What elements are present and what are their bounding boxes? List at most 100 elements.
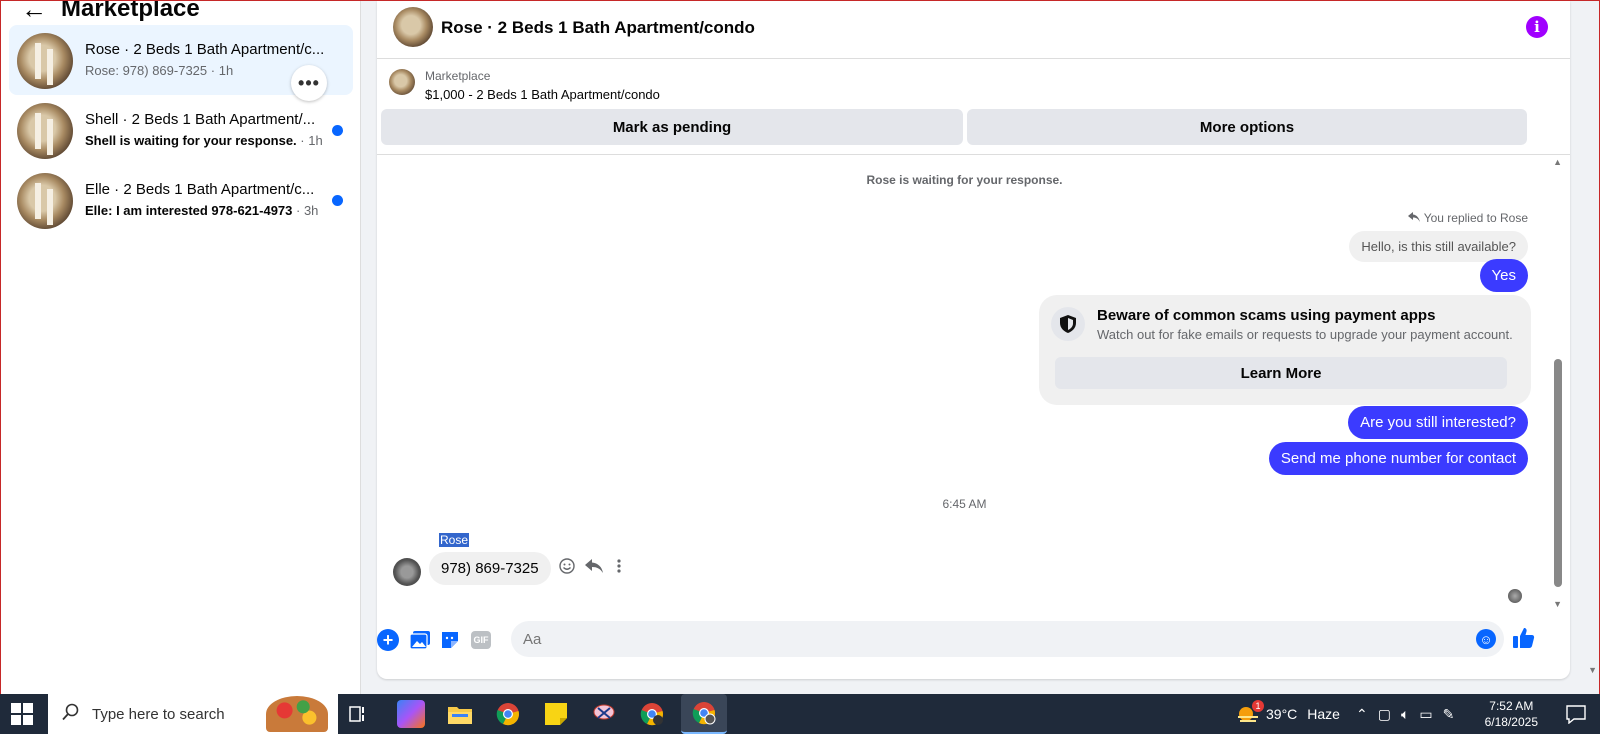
react-icon[interactable] [559,558,575,579]
taskbar-clock[interactable]: 7:52 AM 6/18/2025 [1485,698,1538,730]
reply-icon[interactable] [585,558,603,579]
weather-badge: 1 [1252,700,1264,712]
emoji-icon[interactable]: ☺ [1476,629,1496,649]
pen-icon[interactable]: ✎ [1443,706,1455,723]
conversation-item-rose[interactable]: Rose · 2 Beds 1 Bath Apartment/c... Rose… [9,25,353,101]
preview-time: · 3h [296,203,319,218]
unread-dot-icon [332,195,343,206]
copilot-icon[interactable] [397,700,425,728]
conversation-item-shell[interactable]: Shell · 2 Beds 1 Bath Apartment/... Shel… [9,95,353,165]
weather-widget[interactable]: 1 39°C Haze [1236,694,1340,734]
conversation-item-elle[interactable]: Elle · 2 Beds 1 Bath Apartment/c... Elle… [9,165,353,235]
search-icon [62,703,80,725]
replied-text: You replied to Rose [1423,211,1528,225]
clock-time: 7:52 AM [1489,699,1534,713]
listing-banner: Marketplace $1,000 - 2 Beds 1 Bath Apart… [377,59,1570,155]
outgoing-message[interactable]: Send me phone number for contact [1268,442,1528,475]
gif-icon[interactable]: GIF [471,631,491,649]
snipping-tool-icon[interactable] [590,700,618,728]
chrome-icon[interactable] [494,700,522,728]
replied-label: You replied to Rose [1407,211,1528,225]
like-thumb-icon[interactable] [1513,627,1535,649]
back-arrow-icon[interactable]: ← [21,1,47,22]
message-scrollbar[interactable] [1554,359,1562,587]
conversation-preview: Shell is waiting for your response. · 1h [85,133,323,148]
file-explorer-icon[interactable] [446,700,474,728]
search-placeholder: Type here to search [92,705,225,723]
shield-icon [1051,307,1085,341]
search-highlight-image [266,696,328,732]
sidebar-title: Marketplace [61,0,200,22]
conversation-sidebar: ← Marketplace Rose · 2 Beds 1 Bath Apart… [1,1,361,694]
learn-more-button[interactable]: Learn More [1055,357,1507,389]
chat-panel: Rose · 2 Beds 1 Bath Apartment/condo i M… [377,1,1570,679]
listing-source: Marketplace [425,69,491,83]
speaker-icon[interactable]: 🔈︎ [1401,706,1409,723]
message-timestamp: 6:45 AM [942,497,987,511]
more-vertical-icon[interactable] [617,558,621,579]
chat-title[interactable]: Rose · 2 Beds 1 Bath Apartment/condo [441,18,755,38]
preview-text: Elle: I am interested 978-621-4973 [85,203,293,218]
conversation-name: Shell · 2 Beds 1 Bath Apartment/... [85,111,316,128]
quoted-message[interactable]: Hello, is this still available? [1349,231,1528,262]
sidebar-header: ← Marketplace [21,0,200,25]
scroll-up-arrow-icon[interactable]: ▲ [1553,157,1562,167]
preview-text: Shell is waiting for your response. [85,133,297,148]
windows-taskbar: Type here to search 1 39°C Haze ⌃ ▢ 🔈︎ ▭… [0,694,1600,734]
message-input[interactable] [511,621,1504,657]
scam-warning-description: Watch out for fake emails or requests to… [1097,327,1513,342]
avatar [17,103,73,159]
clock-date: 6/18/2025 [1484,715,1538,729]
preview-time: · 1h [300,133,323,148]
unread-dot-icon [332,125,343,136]
avatar [17,33,73,89]
message-list: Rose is waiting for your response. You r… [377,155,1552,619]
system-tray: ⌃ ▢ 🔈︎ ▭ ✎ [1356,694,1454,734]
scam-warning-title: Beware of common scams using payment app… [1097,307,1436,324]
task-view-icon[interactable] [344,700,372,728]
sticky-notes-icon[interactable] [542,700,570,728]
mark-as-pending-button[interactable]: Mark as pending [381,109,963,145]
scam-warning-card: Beware of common scams using payment app… [1039,295,1531,405]
windows-start-icon[interactable] [10,702,34,726]
conversation-name: Rose · 2 Beds 1 Bath Apartment/c... [85,41,325,58]
taskbar-search-box[interactable]: Type here to search [48,694,338,734]
scroll-down-arrow-icon[interactable]: ▼ [1553,599,1562,609]
network-icon[interactable]: ▭ [1419,706,1432,723]
window-scroll-down-icon[interactable]: ▼ [1588,665,1597,675]
sender-name: Rose [439,533,470,547]
conversation-name: Elle · 2 Beds 1 Bath Apartment/c... [85,181,315,198]
preview-text: Rose: 978) 869-7325 [85,63,208,78]
preview-time: · 1h [210,63,234,78]
outgoing-message[interactable]: Are you still interested? [1348,406,1528,439]
notification-icon[interactable] [1566,704,1586,729]
chrome-profile-icon[interactable] [638,700,666,728]
chrome-active-icon[interactable] [681,694,727,734]
info-icon[interactable]: i [1526,16,1548,38]
more-options-button[interactable]: More options [967,109,1527,145]
contact-avatar[interactable] [393,7,433,47]
plus-icon[interactable]: + [377,629,399,651]
weather-icon: 1 [1236,700,1264,726]
photo-icon[interactable] [409,629,431,651]
incoming-message[interactable]: 978) 869-7325 [429,552,551,585]
waiting-notice: Rose is waiting for your response. [866,173,1063,187]
weather-text: Haze [1307,706,1340,722]
chevron-up-icon[interactable]: ⌃ [1356,706,1368,723]
listing-price-title[interactable]: $1,000 - 2 Beds 1 Bath Apartment/condo [425,87,660,102]
read-receipt-avatar [1508,589,1522,603]
browser-window: ← Marketplace Rose · 2 Beds 1 Bath Apart… [0,0,1600,694]
conversation-preview: Elle: I am interested 978-621-4973 · 3h [85,203,318,218]
weather-temp: 39°C [1266,706,1298,722]
sender-avatar[interactable] [393,558,421,586]
outgoing-message[interactable]: Yes [1479,259,1528,292]
composer: + GIF ☺ [377,619,1570,669]
message-input-wrapper: ☺ [511,621,1504,657]
device-icon[interactable]: ▢ [1378,706,1391,723]
chat-header: Rose · 2 Beds 1 Bath Apartment/condo i [377,1,1570,59]
listing-thumbnail[interactable] [389,69,415,95]
sticker-icon[interactable] [439,629,461,651]
avatar [17,173,73,229]
conversation-preview: Rose: 978) 869-7325 · 1h [85,63,233,78]
reply-icon [1407,211,1420,225]
